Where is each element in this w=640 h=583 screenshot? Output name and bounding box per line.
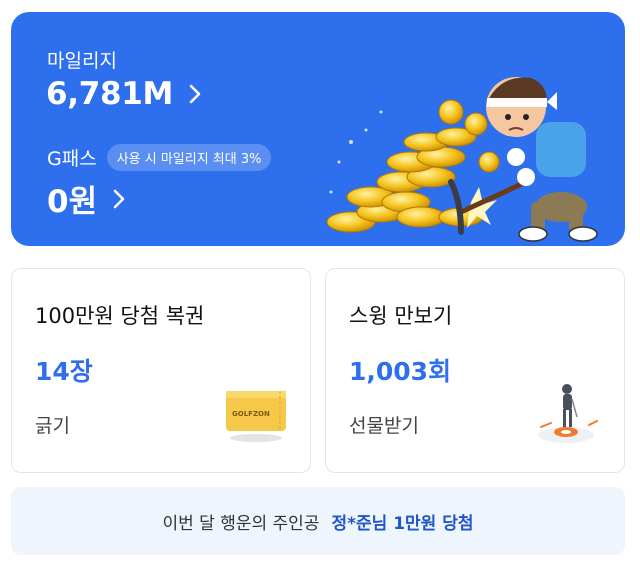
ticket-brand-text: GOLFZON <box>232 410 270 418</box>
mileage-card: 마일리지 6,781M G패스 사용 시 마일리지 최대 3% 0원 <box>11 12 625 246</box>
chevron-right-icon <box>113 189 125 208</box>
lottery-count: 14장 <box>35 357 93 386</box>
lottery-title: 100만원 당첨 복권 <box>35 304 205 328</box>
mileage-value: 6,781M <box>46 76 174 112</box>
gpass-value: 0원 <box>47 184 98 220</box>
mileage-mining-illustration <box>326 77 598 242</box>
pedometer-title: 스윙 만보기 <box>349 304 453 328</box>
gpass-label: G패스 <box>47 148 97 170</box>
golfzon-ticket-icon: GOLFZON <box>226 391 286 442</box>
gpass-link[interactable]: 0원 <box>47 176 125 221</box>
mileage-label: 마일리지 <box>47 50 117 72</box>
banner-winner: 정*준님 1만원 당첨 <box>331 513 474 534</box>
scratch-button[interactable]: 긁기 <box>35 411 70 438</box>
gpass-badge: 사용 시 마일리지 최대 3% <box>106 144 272 171</box>
pedometer-card[interactable]: 스윙 만보기 1,003회 선물받기 <box>325 268 625 473</box>
chevron-right-icon <box>189 84 201 104</box>
receive-gift-button[interactable]: 선물받기 <box>349 411 419 438</box>
winner-banner: 이번 달 행운의 주인공 정*준님 1만원 당첨 <box>11 487 625 555</box>
lottery-card[interactable]: 100만원 당첨 복권 14장 긁기 GOLFZON <box>11 268 311 473</box>
gpass-header: G패스 사용 시 마일리지 최대 3% <box>47 144 272 171</box>
golfer-icon <box>538 384 598 443</box>
pedometer-count: 1,003회 <box>349 357 452 386</box>
mileage-link[interactable]: 6,781M <box>46 76 201 112</box>
banner-text: 이번 달 행운의 주인공 <box>162 513 320 534</box>
